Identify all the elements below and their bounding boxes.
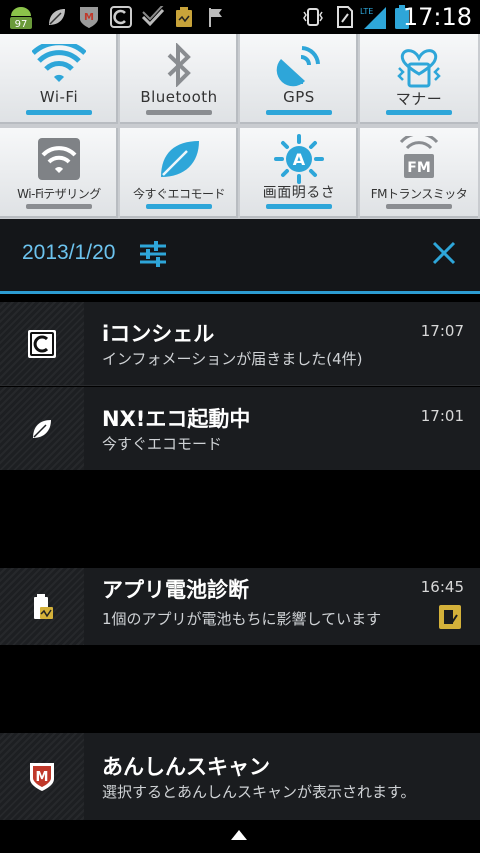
- notification-time: 16:45: [420, 578, 464, 596]
- leaf-icon: [44, 5, 70, 29]
- notification-subtitle: インフォメーションが届きました(4件): [102, 350, 363, 368]
- fm-transmitter-icon: FM: [360, 134, 478, 184]
- eco-leaf-icon: [120, 134, 238, 184]
- notification-subtitle: 選択するとあんしんスキャンが表示されます。: [102, 783, 416, 801]
- network-type: LTE: [360, 7, 373, 16]
- notification-eco[interactable]: NX!エコ起動中 今すぐエコモード 17:01: [0, 387, 480, 470]
- tethering-status-bar: [26, 204, 92, 209]
- eco-status-bar: [146, 204, 212, 209]
- manner-mode-icon: [360, 40, 478, 90]
- notification-subtitle: 今すぐエコモード: [102, 435, 223, 453]
- wifi-tethering-icon: [0, 134, 118, 184]
- brightness-toggle[interactable]: A 画面明るさ: [240, 128, 358, 218]
- notification-subtitle: 1個のアプリが電池もちに影響しています: [102, 610, 382, 628]
- mcafee-shield-icon: M: [0, 733, 84, 820]
- gps-toggle[interactable]: GPS: [240, 34, 358, 124]
- iconcier-icon: [0, 302, 84, 386]
- battery-check-small-icon: [438, 604, 462, 634]
- collapse-arrow-icon[interactable]: [231, 830, 247, 840]
- notification-title: あんしんスキャン: [102, 755, 270, 779]
- notification-time: 17:01: [420, 407, 464, 425]
- gps-status-bar: [266, 110, 332, 115]
- notification-battery-diagnosis[interactable]: アプリ電池診断 1個のアプリが電池もちに影響しています 16:45: [0, 568, 480, 645]
- wifi-icon: [0, 40, 118, 90]
- brightness-auto-icon: A: [240, 134, 358, 184]
- tile-label: GPS: [283, 88, 315, 106]
- empty-notification-area: [6, 645, 474, 730]
- svg-text:M: M: [36, 770, 49, 785]
- tile-label: 画面明るさ: [262, 185, 336, 201]
- bluetooth-toggle[interactable]: Bluetooth: [120, 34, 238, 124]
- divider: [0, 385, 480, 386]
- eco-mode-toggle[interactable]: 今すぐエコモード: [120, 128, 238, 218]
- tile-label: マナー: [395, 90, 443, 108]
- tile-label: FMトランスミッタ: [370, 187, 468, 201]
- svg-text:A: A: [293, 150, 306, 169]
- bluetooth-icon: [120, 40, 238, 90]
- bluetooth-status-bar: [146, 110, 212, 115]
- tile-label: Wi-Fi: [39, 88, 79, 106]
- wifi-status-bar: [26, 110, 92, 115]
- clock: 17:18: [402, 3, 472, 31]
- gps-icon: [240, 40, 358, 90]
- signal-icon: LTE: [360, 5, 388, 29]
- manner-mode-toggle[interactable]: マナー: [360, 34, 478, 124]
- svg-text:FM: FM: [407, 160, 431, 176]
- date-label: 2013/1/20: [22, 241, 116, 264]
- brightness-status-bar: [266, 204, 332, 209]
- tile-label: Bluetooth: [140, 88, 218, 106]
- check-icon: [140, 5, 166, 29]
- sim-icon: [334, 5, 356, 29]
- clear-all-icon[interactable]: [428, 237, 460, 269]
- wifi-tethering-toggle[interactable]: Wi-Fiテザリング: [0, 128, 118, 218]
- fm-status-bar: [386, 204, 452, 209]
- vibrate-icon: [300, 5, 326, 29]
- fm-transmitter-toggle[interactable]: FM FMトランスミッタ: [360, 128, 478, 218]
- eco-leaf-icon: [0, 387, 84, 470]
- notification-iconcier[interactable]: iコンシェル インフォメーションが届きました(4件) 17:07: [0, 302, 480, 386]
- notification-header: 2013/1/20: [0, 219, 480, 294]
- android-icon: 97: [6, 5, 36, 30]
- battery-check-icon: [172, 5, 196, 29]
- wifi-toggle[interactable]: Wi-Fi: [0, 34, 118, 124]
- badge-count: 97: [15, 19, 28, 30]
- manner-status-bar: [386, 110, 452, 115]
- notification-time: 17:07: [420, 322, 464, 340]
- quick-settings-panel: Wi-Fi Bluetooth GPS マナー Wi-Fiテザリング 今すぐエコ…: [0, 34, 480, 219]
- notification-anshin-scan[interactable]: M あんしんスキャン 選択するとあんしんスキャンが表示されます。: [0, 733, 480, 820]
- notification-title: アプリ電池診断: [102, 578, 249, 602]
- settings-sliders-icon[interactable]: [138, 239, 168, 269]
- tile-label: Wi-Fiテザリング: [17, 187, 101, 201]
- notification-title: NX!エコ起動中: [102, 407, 251, 431]
- notification-title: iコンシェル: [102, 322, 215, 346]
- tile-label: 今すぐエコモード: [132, 187, 226, 201]
- status-bar: 97 M LTE 17:18: [0, 0, 480, 34]
- battery-diagnosis-icon: [0, 568, 84, 645]
- svg-text:M: M: [84, 12, 94, 23]
- mcafee-icon: M: [76, 5, 102, 29]
- iconcier-icon: [108, 5, 134, 29]
- flag-icon: [204, 5, 226, 29]
